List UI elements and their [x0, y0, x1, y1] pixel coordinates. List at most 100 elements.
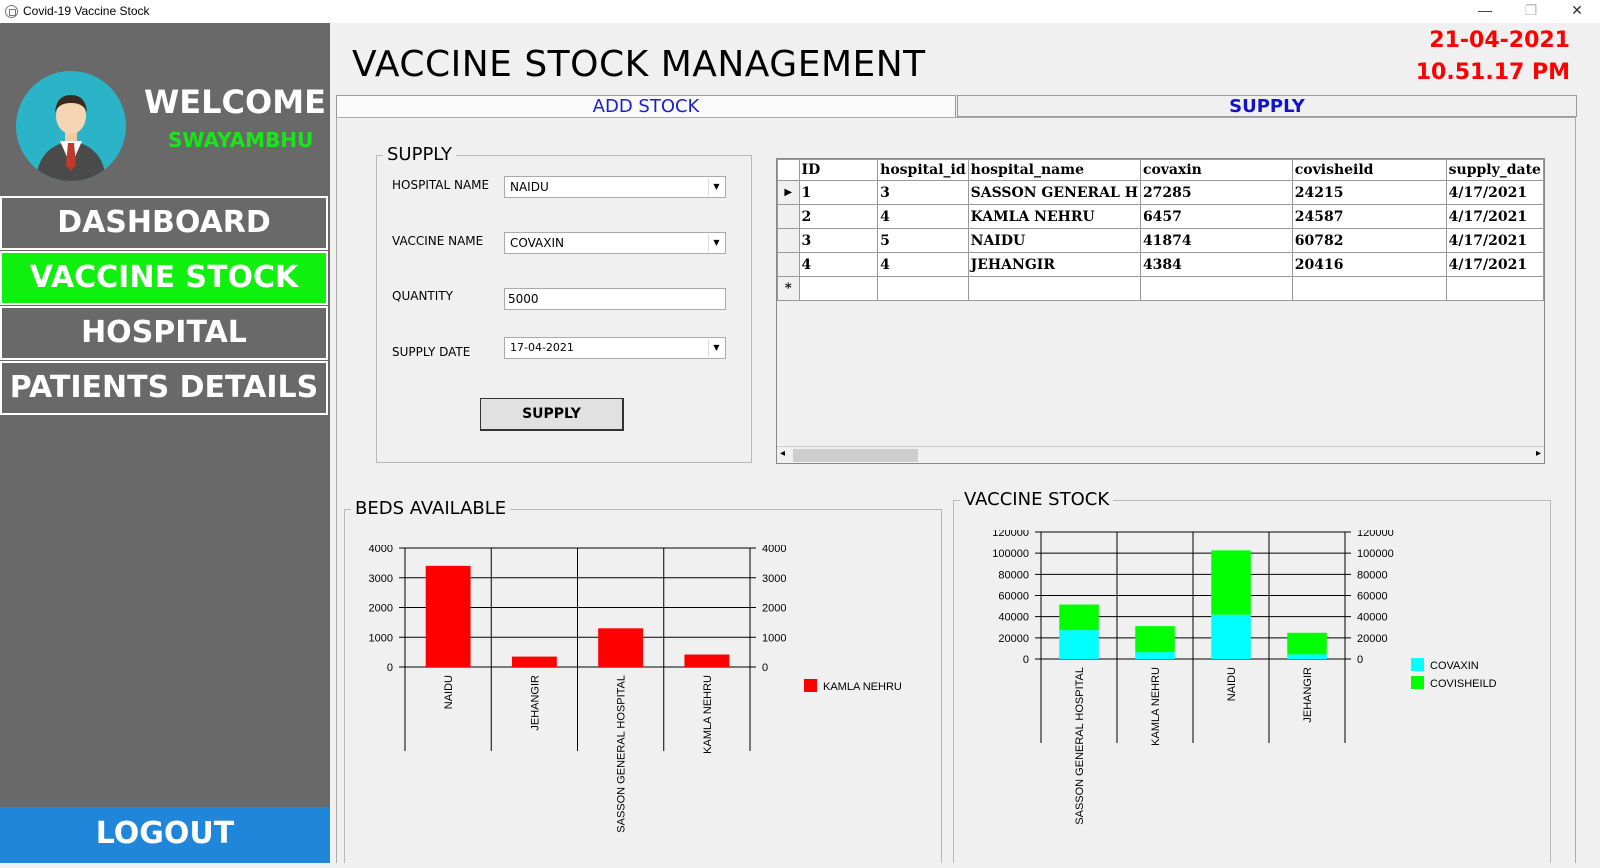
supply-data-grid[interactable]: ID hospital_id hospital_name covaxin cov…	[776, 158, 1545, 464]
table-cell[interactable]: 1	[798, 180, 879, 205]
current-row-indicator[interactable]: ▶	[777, 180, 800, 205]
user-avatar-icon	[36, 95, 106, 181]
column-header[interactable]: hospital_name	[967, 159, 1141, 181]
table-row[interactable]: ▶ 1 3 SASSON GENERAL H 27285 24215 4/17/…	[777, 180, 1545, 205]
bar	[598, 628, 644, 667]
column-header[interactable]: ID	[798, 159, 879, 181]
y-tick-label: 1000	[369, 632, 393, 644]
scroll-left-icon[interactable]: ◂	[780, 448, 785, 459]
table-cell[interactable]: 4/17/2021	[1445, 252, 1545, 277]
table-row[interactable]: 3 5 NAIDU 41874 60782 4/17/2021	[777, 228, 1545, 253]
table-cell[interactable]: 4	[877, 204, 969, 229]
window-titlebar: Covid-19 Vaccine Stock — ❐ ✕	[0, 0, 1600, 23]
supply-button[interactable]: SUPPLY	[480, 398, 624, 431]
supply-date-picker[interactable]: 17-04-2021 ▼	[504, 337, 726, 359]
column-header[interactable]: hospital_id	[877, 159, 969, 181]
table-cell[interactable]: 20416	[1291, 252, 1447, 277]
table-cell[interactable]: 4	[877, 252, 969, 277]
nav-patients-details[interactable]: PATIENTS DETAILS	[0, 361, 328, 415]
table-cell[interactable]	[877, 276, 969, 301]
x-tick-label: NAIDU	[443, 675, 455, 709]
y-tick-label: 40000	[998, 612, 1029, 624]
date-display: 21-04-2021	[1429, 28, 1570, 53]
table-cell[interactable]: 4384	[1139, 252, 1293, 277]
table-cell[interactable]: 4/17/2021	[1445, 180, 1545, 205]
nav-vaccine-stock[interactable]: VACCINE STOCK	[0, 251, 328, 305]
table-cell[interactable]	[967, 276, 1141, 301]
table-cell[interactable]	[1445, 276, 1545, 301]
row-header[interactable]	[777, 204, 800, 229]
scroll-right-icon[interactable]: ▸	[1536, 448, 1541, 459]
table-cell[interactable]: 4/17/2021	[1445, 204, 1545, 229]
scrollbar-thumb[interactable]	[793, 449, 918, 462]
username-label: SWAYAMBHU	[168, 128, 314, 152]
maximize-icon[interactable]: ❐	[1508, 0, 1554, 23]
table-cell[interactable]: 4/17/2021	[1445, 228, 1545, 253]
y2-tick-label: 0	[762, 662, 768, 674]
nav-hospital[interactable]: HOSPITAL	[0, 306, 328, 360]
y-tick-label: 0	[387, 662, 393, 674]
column-header[interactable]: supply_date	[1445, 159, 1545, 181]
table-cell[interactable]: 5	[877, 228, 969, 253]
beds-chart-svg: 0 0 1000 1000 2000 2000 3000 3000 4000 4000 NAIDU J…	[369, 543, 902, 833]
bar	[425, 565, 471, 667]
horizontal-scrollbar[interactable]: ◂ ▸	[777, 446, 1544, 463]
bar	[1287, 632, 1327, 655]
chevron-down-icon[interactable]: ▼	[708, 234, 724, 252]
column-header[interactable]: covaxin	[1139, 159, 1293, 181]
vaccine-name-select[interactable]: COVAXIN ▼	[504, 232, 726, 254]
table-cell[interactable]: 24587	[1291, 204, 1447, 229]
close-icon[interactable]: ✕	[1554, 0, 1600, 23]
bar	[1211, 550, 1251, 615]
table-cell[interactable]	[1291, 276, 1447, 301]
tab-add-stock[interactable]: ADD STOCK	[336, 95, 956, 117]
quantity-input[interactable]: 5000	[504, 288, 726, 310]
bar	[511, 656, 557, 667]
table-cell[interactable]: 2	[798, 204, 879, 229]
x-tick-label: SASSON GENERAL HOSPITAL	[616, 675, 628, 833]
sidebar: WELCOME SWAYAMBHU DASHBOARD VACCINE STOC…	[0, 23, 330, 863]
page-title: VACCINE STOCK MANAGEMENT	[352, 44, 926, 85]
table-cell[interactable]: 3	[798, 228, 879, 253]
hospital-name-select[interactable]: NAIDU ▼	[504, 176, 726, 198]
table-cell[interactable]: 6457	[1139, 204, 1293, 229]
x-tick-label: NAIDU	[1226, 667, 1238, 701]
table-cell[interactable]: 27285	[1139, 180, 1293, 205]
row-header[interactable]	[777, 228, 800, 253]
new-row-indicator[interactable]: *	[777, 276, 800, 301]
vaccine-chart-svg: 0 0 20000 20000 40000 40000 60000 60000 80000 800…	[992, 527, 1496, 825]
chevron-down-icon[interactable]: ▼	[708, 178, 724, 196]
nav-dashboard[interactable]: DASHBOARD	[0, 196, 328, 250]
table-cell[interactable]	[798, 276, 879, 301]
y-tick-label: 120000	[992, 530, 1029, 539]
table-row[interactable]: 4 4 JEHANGIR 4384 20416 4/17/2021	[777, 252, 1545, 277]
table-cell[interactable]: NAIDU	[967, 228, 1141, 253]
table-cell[interactable]: 4	[798, 252, 879, 277]
y-tick-label: 3000	[369, 573, 393, 585]
column-header[interactable]: covisheild	[1291, 159, 1447, 181]
table-row[interactable]: 2 4 KAMLA NEHRU 6457 24587 4/17/2021	[777, 204, 1545, 229]
quantity-label: QUANTITY	[392, 289, 453, 303]
table-cell[interactable]: 60782	[1291, 228, 1447, 253]
y-tick-label: 4000	[369, 545, 393, 555]
vaccine-chart: 0 0 20000 20000 40000 40000 60000 60000 80000 800…	[965, 527, 1545, 863]
table-cell[interactable]: 41874	[1139, 228, 1293, 253]
table-cell[interactable]: 24215	[1291, 180, 1447, 205]
chevron-down-icon[interactable]: ▼	[708, 339, 724, 357]
table-cell[interactable]	[1139, 276, 1293, 301]
table-cell[interactable]: KAMLA NEHRU	[967, 204, 1141, 229]
hospital-name-value: NAIDU	[510, 180, 549, 194]
table-cell[interactable]: SASSON GENERAL H	[967, 180, 1141, 205]
minimize-icon[interactable]: —	[1462, 0, 1508, 23]
x-tick-label: KAMLA NEHRU	[702, 675, 714, 754]
new-table-row[interactable]: *	[777, 276, 1545, 301]
table-cell[interactable]: JEHANGIR	[967, 252, 1141, 277]
supply-date-value: 17-04-2021	[510, 341, 574, 354]
time-display: 10.51.17 PM	[1415, 60, 1570, 85]
legend-swatch	[1411, 676, 1424, 689]
tab-supply[interactable]: SUPPLY	[957, 95, 1577, 117]
table-cell[interactable]: 3	[877, 180, 969, 205]
logout-button[interactable]: LOGOUT	[0, 807, 330, 863]
row-header[interactable]	[777, 252, 800, 277]
x-tick-label: SASSON GENERAL HOSPITAL	[1074, 667, 1086, 825]
